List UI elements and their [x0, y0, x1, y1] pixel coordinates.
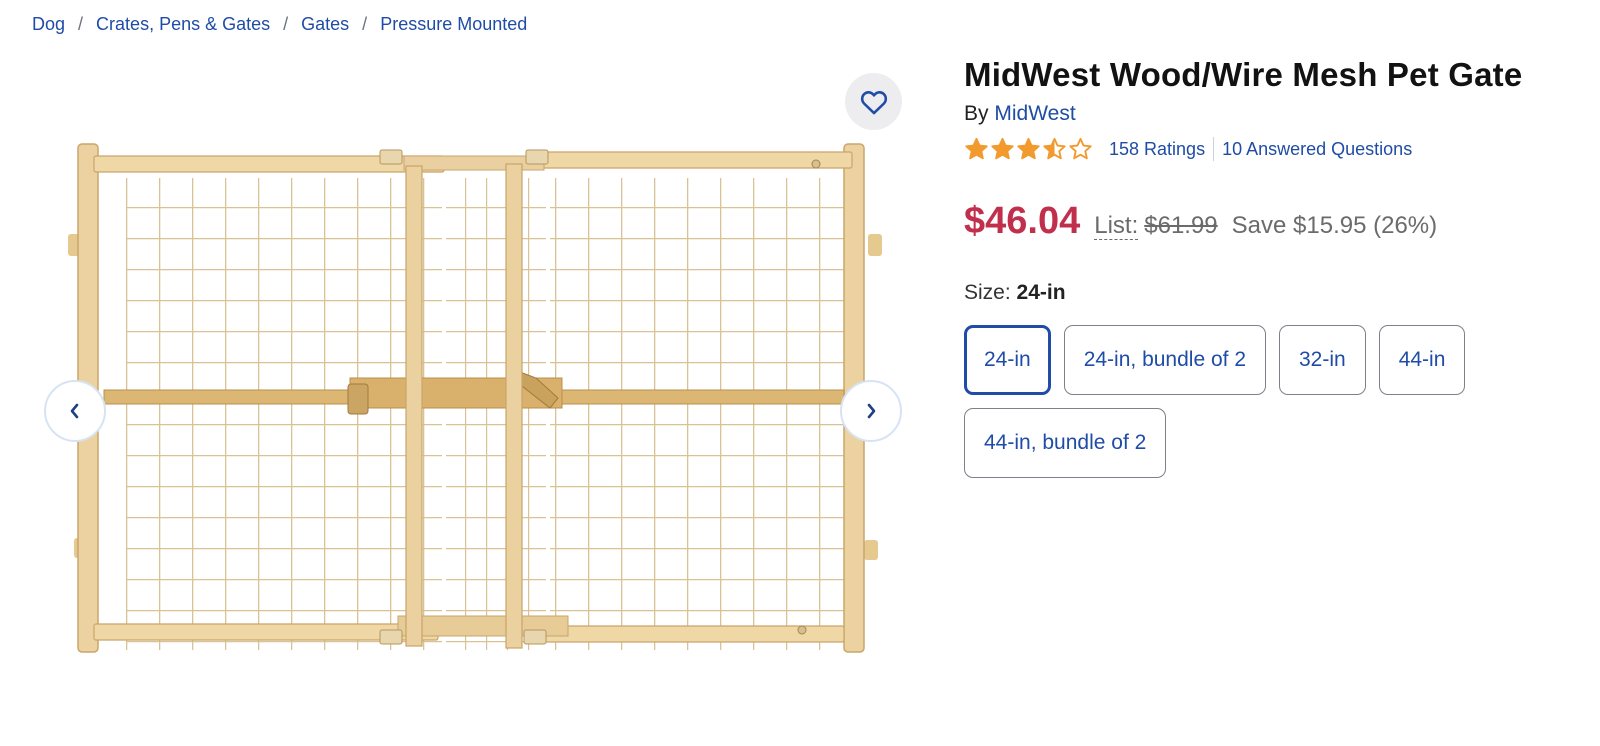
ratings-count-link[interactable]: 158 Ratings	[1109, 139, 1205, 160]
breadcrumb: Dog / Crates, Pens & Gates / Gates / Pre…	[32, 12, 527, 36]
chevron-left-icon	[70, 403, 79, 419]
size-label: Size:	[964, 281, 1011, 304]
size-options: 24-in 24-in, bundle of 2 32-in 44-in 44-…	[964, 325, 1524, 478]
breadcrumb-link-pressure-mounted[interactable]: Pressure Mounted	[380, 14, 527, 35]
size-option-44-in[interactable]: 44-in	[1378, 325, 1466, 395]
brand-link[interactable]: MidWest	[994, 102, 1075, 125]
rating-divider	[1213, 137, 1215, 161]
star-icon	[1069, 137, 1092, 159]
list-price-label[interactable]: List:	[1094, 212, 1139, 241]
star-icon	[1017, 137, 1040, 159]
breadcrumb-separator: /	[362, 13, 368, 34]
star-icon	[1043, 137, 1066, 159]
favorite-button[interactable]	[845, 73, 902, 130]
breadcrumb-separator: /	[78, 13, 84, 34]
heart-outline-icon	[860, 90, 887, 114]
chevron-right-icon	[867, 403, 876, 419]
next-image-button[interactable]	[840, 380, 902, 442]
by-label: By	[964, 102, 989, 125]
product-title: MidWest Wood/Wire Mesh Pet Gate	[964, 56, 1523, 93]
size-selected-value: 24-in	[1016, 281, 1066, 304]
answered-questions-link[interactable]: 10 Answered Questions	[1222, 139, 1412, 160]
breadcrumb-link-dog[interactable]: Dog	[32, 14, 65, 35]
previous-image-button[interactable]	[44, 380, 106, 442]
current-price: $46.04	[964, 200, 1081, 242]
star-icon	[991, 137, 1014, 159]
list-price: $61.99	[1144, 212, 1218, 239]
size-option-44-in-bundle-of-2[interactable]: 44-in, bundle of 2	[964, 408, 1167, 478]
product-image	[64, 136, 884, 676]
product-info: MidWest Wood/Wire Mesh Pet Gate By MidWe…	[964, 56, 1584, 478]
size-option-24-in-bundle-of-2[interactable]: 24-in, bundle of 2	[1063, 325, 1266, 395]
product-gallery	[40, 60, 910, 700]
size-label-row: Size: 24-in	[964, 281, 1584, 305]
brand-byline: By MidWest	[964, 102, 1584, 126]
price-row: $46.04 List: $61.99 Save $15.95 (26%)	[964, 200, 1584, 243]
breadcrumb-link-crates-pens-gates[interactable]: Crates, Pens & Gates	[96, 14, 270, 35]
savings-text: Save $15.95 (26%)	[1231, 212, 1438, 239]
size-option-32-in[interactable]: 32-in	[1279, 325, 1366, 395]
star-rating[interactable]	[964, 137, 1093, 162]
breadcrumb-link-gates[interactable]: Gates	[301, 14, 349, 35]
rating-row: 158 Ratings 10 Answered Questions	[964, 134, 1584, 164]
breadcrumb-separator: /	[283, 13, 289, 34]
size-option-24-in[interactable]: 24-in	[964, 325, 1051, 395]
star-icon	[965, 137, 988, 159]
